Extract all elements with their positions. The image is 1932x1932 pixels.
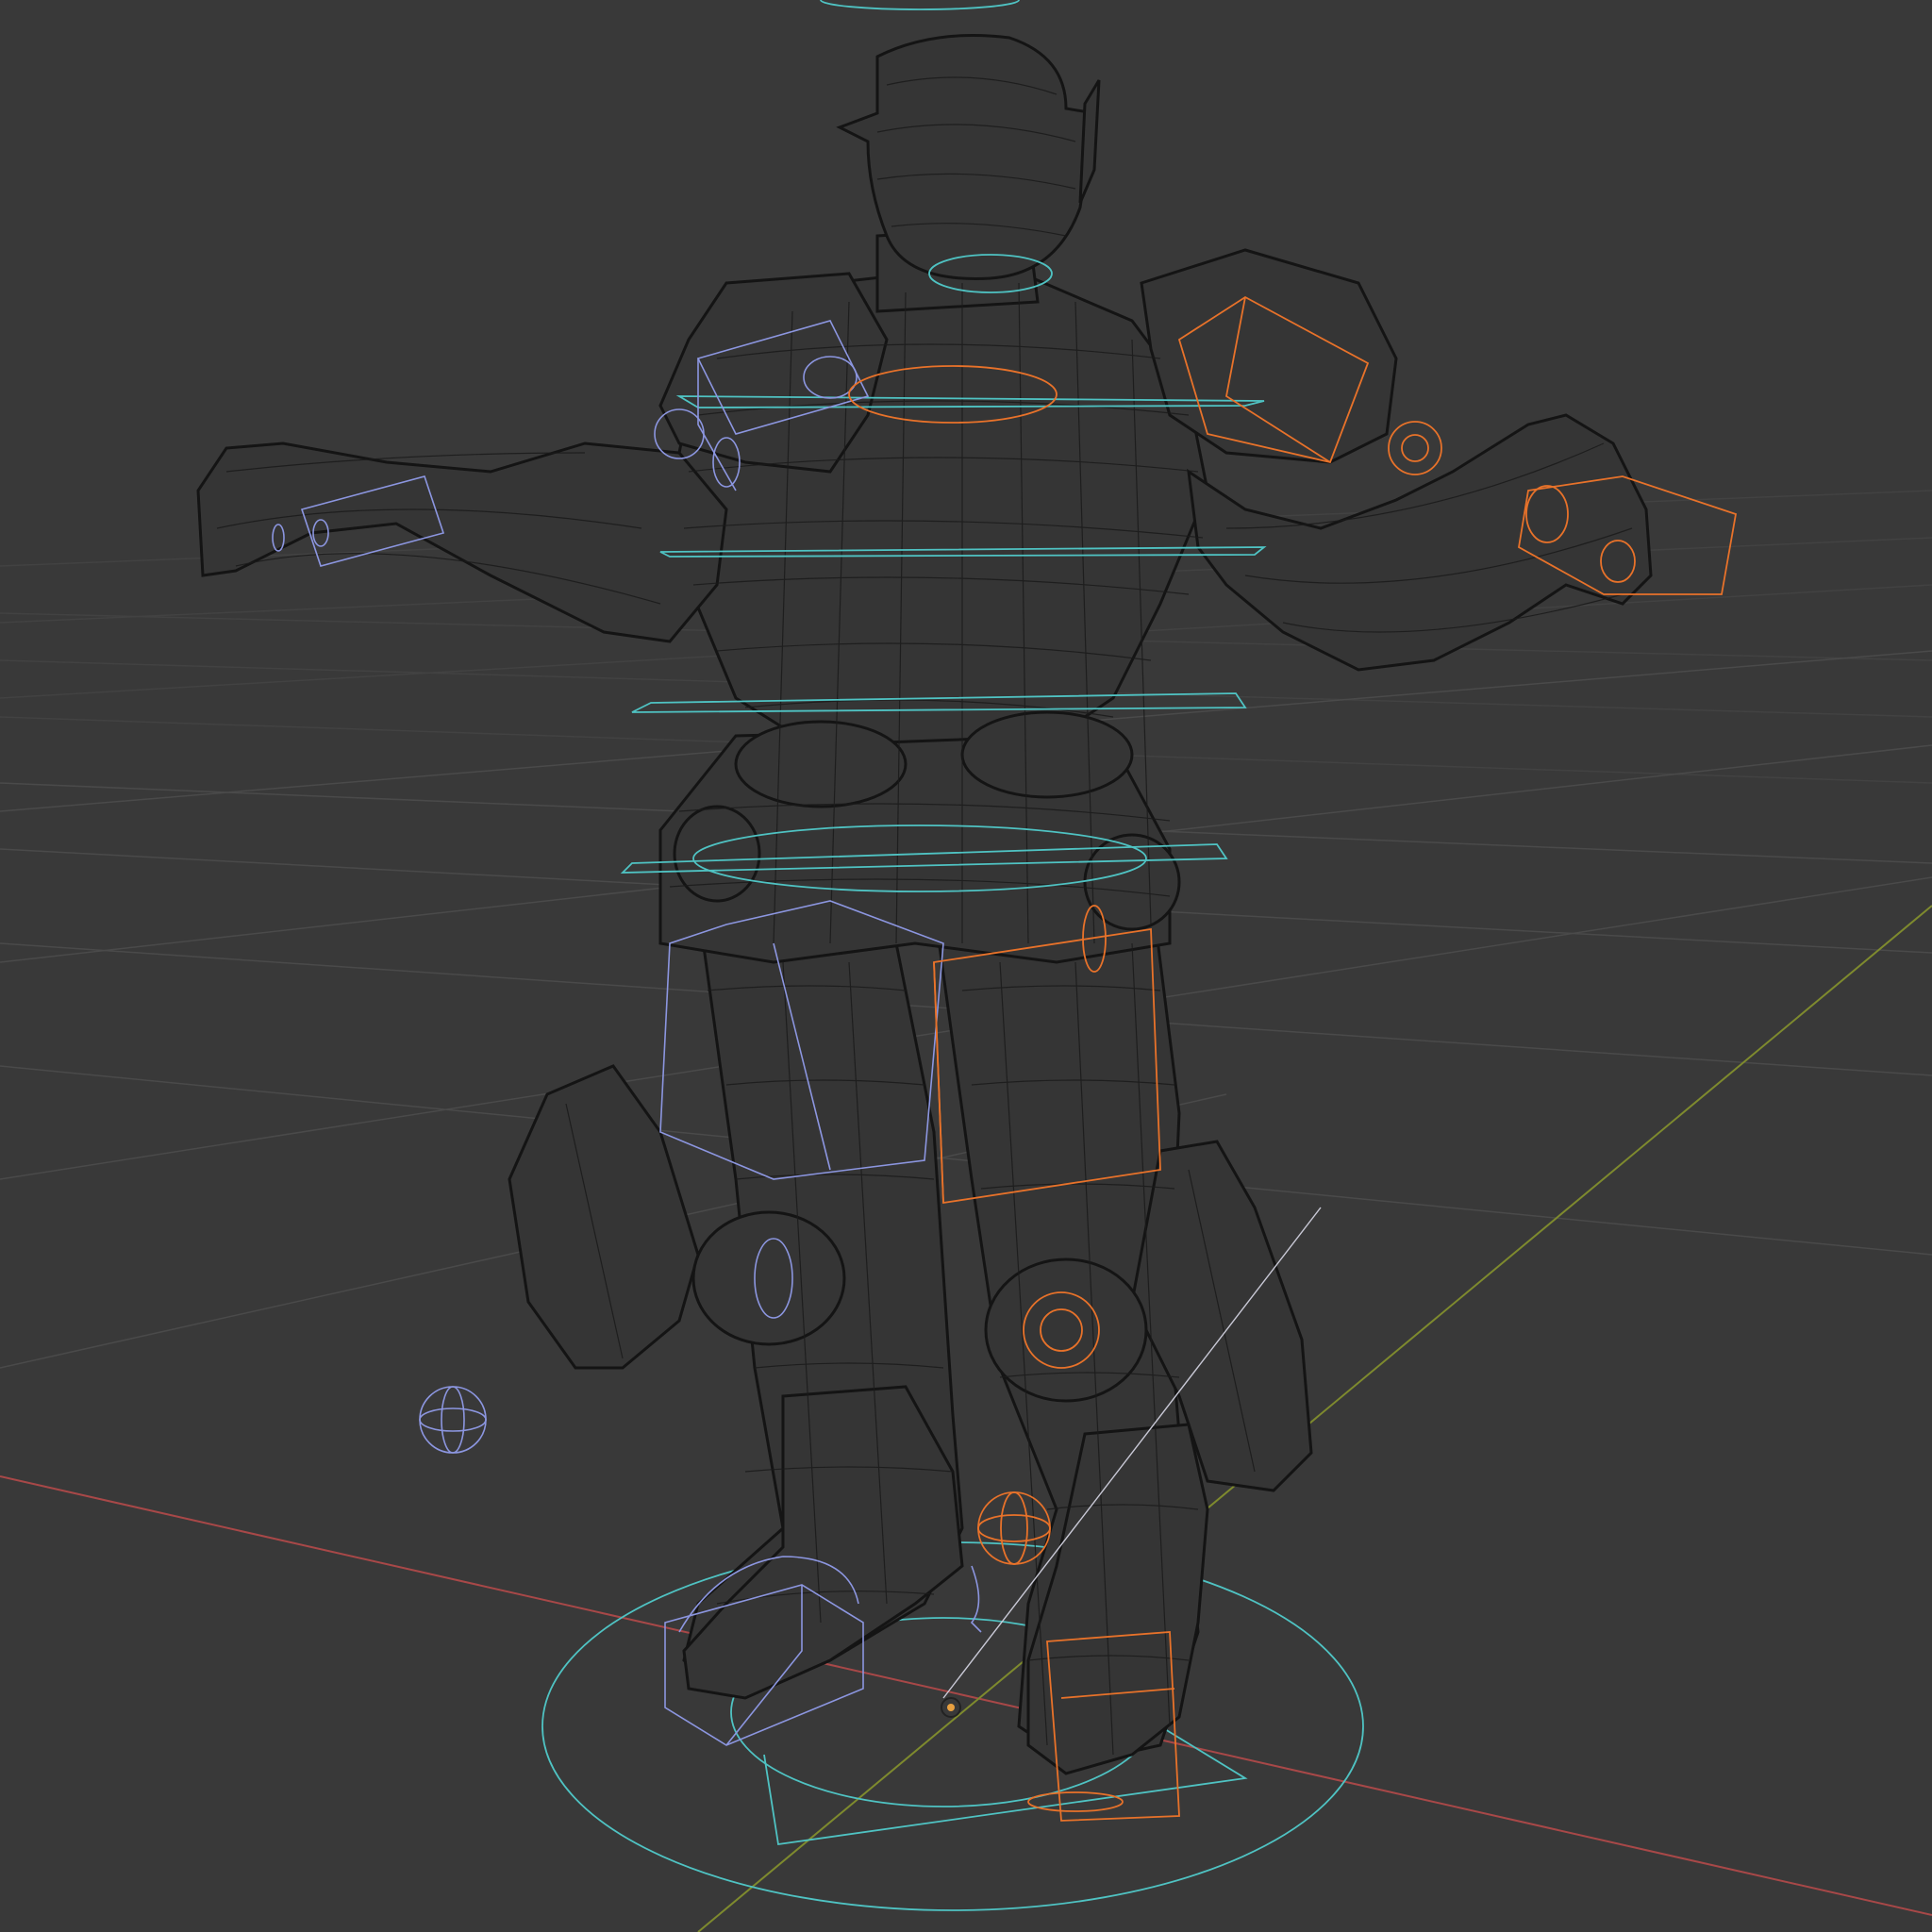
character-mesh[interactable] bbox=[196, 34, 1653, 1775]
3d-viewport[interactable] bbox=[0, 0, 1932, 1932]
viewport-canvas[interactable] bbox=[0, 0, 1932, 1932]
